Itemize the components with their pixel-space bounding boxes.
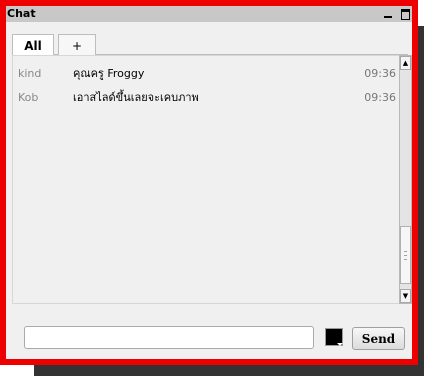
send-button[interactable]: Send [352, 327, 405, 350]
composer: Send [6, 306, 412, 359]
message-text: เอาสไลด์ขึ้นเลยจะเคบภาพ [73, 91, 199, 104]
grip-icon [404, 251, 407, 260]
scroll-up-icon[interactable]: ▲ [400, 56, 411, 70]
minimize-icon[interactable] [384, 16, 392, 18]
message-list: kind คุณครู Froggy 09:36 Kob เอาสไลด์ขึ้… [12, 55, 399, 304]
scroll-down-icon[interactable]: ▼ [400, 289, 411, 303]
message-scrollbar[interactable]: ▲ ▼ [399, 55, 412, 304]
message-user[interactable]: kind [18, 62, 41, 86]
scroll-thumb[interactable] [400, 226, 411, 284]
dropdown-arrow-icon [337, 343, 343, 346]
tab-all[interactable]: All [12, 34, 54, 57]
maximize-icon[interactable] [401, 9, 410, 20]
chat-window: Chat All + kind คุณครู Froggy 09:36 Kob … [0, 0, 418, 365]
message-row: kind คุณครู Froggy 09:36 [13, 62, 399, 86]
message-user[interactable]: Kob [18, 86, 38, 110]
message-row: Kob เอาสไลด์ขึ้นเลยจะเคบภาพ 09:36 [13, 86, 399, 110]
title-bar[interactable]: Chat [6, 6, 412, 22]
message-text: คุณครู Froggy [73, 67, 145, 80]
text-color-picker[interactable] [325, 328, 343, 346]
window-title: Chat [7, 7, 36, 20]
message-time: 09:36 [364, 67, 396, 80]
chat-input[interactable] [24, 326, 314, 349]
message-time: 09:36 [364, 91, 396, 104]
tab-bar: All + [12, 26, 408, 57]
add-tab-button[interactable]: + [58, 34, 96, 56]
